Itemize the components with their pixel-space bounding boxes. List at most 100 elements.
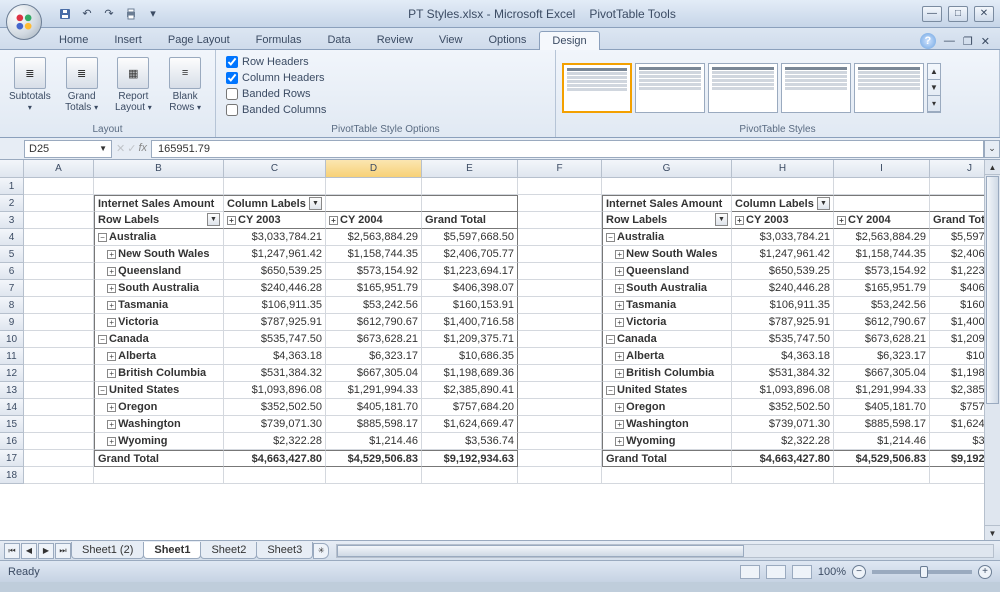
cell[interactable]: $4,529,506.83 [326, 450, 422, 467]
cell[interactable] [326, 195, 422, 212]
column-header[interactable]: G [602, 160, 732, 178]
cell[interactable] [518, 433, 602, 450]
cell[interactable]: $612,790.67 [326, 314, 422, 331]
column-header[interactable]: D [326, 160, 422, 178]
row-header[interactable]: 12 [0, 365, 24, 382]
cell[interactable]: $673,628.21 [326, 331, 422, 348]
tab-view[interactable]: View [426, 30, 476, 49]
minimize-ribbon-icon[interactable]: — [944, 35, 955, 47]
cell[interactable] [518, 263, 602, 280]
cell[interactable] [326, 467, 422, 484]
cell[interactable]: $1,158,744.35 [326, 246, 422, 263]
cell[interactable]: $2,406,705.77 [422, 246, 518, 263]
scroll-thumb[interactable] [986, 176, 999, 404]
cell[interactable] [518, 280, 602, 297]
cell[interactable]: −United States [602, 382, 732, 399]
fx-icon[interactable]: fx [138, 142, 147, 155]
column-header[interactable]: I [834, 160, 930, 178]
cell[interactable]: $406,398.07 [422, 280, 518, 297]
row-header[interactable]: 11 [0, 348, 24, 365]
cell[interactable]: Row Labels▼ [94, 212, 224, 229]
zoom-slider[interactable] [872, 570, 972, 574]
cell[interactable]: $573,154.92 [326, 263, 422, 280]
cell[interactable]: −Canada [94, 331, 224, 348]
cell[interactable]: Grand Total [94, 450, 224, 467]
cell[interactable] [518, 348, 602, 365]
sheet-nav-last[interactable]: ⏭ [55, 543, 71, 559]
cell[interactable] [422, 467, 518, 484]
cell[interactable]: +British Columbia [602, 365, 732, 382]
cell[interactable]: +New South Wales [602, 246, 732, 263]
cell[interactable]: +South Australia [94, 280, 224, 297]
cell[interactable]: +Oregon [94, 399, 224, 416]
cell[interactable]: $1,093,896.08 [732, 382, 834, 399]
undo-button[interactable]: ↶ [78, 5, 96, 23]
cell[interactable] [834, 178, 930, 195]
column-header[interactable]: B [94, 160, 224, 178]
cell[interactable]: +Oregon [602, 399, 732, 416]
tab-page-layout[interactable]: Page Layout [155, 30, 243, 49]
cell[interactable]: −United States [94, 382, 224, 399]
cell[interactable]: $1,214.46 [834, 433, 930, 450]
cell[interactable]: $240,446.28 [732, 280, 834, 297]
cell[interactable]: +Tasmania [602, 297, 732, 314]
cell[interactable] [834, 467, 930, 484]
cell[interactable]: $9,192,934.63 [422, 450, 518, 467]
sheet-tab[interactable]: Sheet3 [256, 542, 313, 559]
cell[interactable]: $5,597,668.50 [422, 229, 518, 246]
cell[interactable] [24, 382, 94, 399]
row-header[interactable]: 1 [0, 178, 24, 195]
cell[interactable] [518, 416, 602, 433]
row-header[interactable]: 10 [0, 331, 24, 348]
cell[interactable]: +CY 2004 [834, 212, 930, 229]
cell[interactable]: $2,322.28 [732, 433, 834, 450]
row-header[interactable]: 6 [0, 263, 24, 280]
cell[interactable]: $650,539.25 [732, 263, 834, 280]
cell[interactable] [24, 280, 94, 297]
cell[interactable]: $531,384.32 [732, 365, 834, 382]
style-thumb[interactable] [781, 63, 851, 113]
cell[interactable] [834, 195, 930, 212]
cell[interactable]: Column Labels▼ [224, 195, 326, 212]
cell[interactable]: +Queensland [94, 263, 224, 280]
cell[interactable]: $165,951.79 [326, 280, 422, 297]
tab-home[interactable]: Home [46, 30, 101, 49]
cell[interactable]: $352,502.50 [732, 399, 834, 416]
cell[interactable]: $352,502.50 [224, 399, 326, 416]
sheet-nav-next[interactable]: ▶ [38, 543, 54, 559]
style-thumb[interactable] [562, 63, 632, 113]
row-header[interactable]: 4 [0, 229, 24, 246]
cell[interactable]: $612,790.67 [834, 314, 930, 331]
cell[interactable] [602, 467, 732, 484]
close-button[interactable]: ✕ [974, 6, 994, 22]
subtotals-button[interactable]: ≣Subtotals▾ [6, 54, 54, 116]
cell[interactable]: $673,628.21 [834, 331, 930, 348]
cell[interactable] [24, 246, 94, 263]
row-header[interactable]: 17 [0, 450, 24, 467]
cell[interactable]: $6,323.17 [326, 348, 422, 365]
cell[interactable]: $667,305.04 [326, 365, 422, 382]
cell[interactable] [602, 178, 732, 195]
cell[interactable] [94, 178, 224, 195]
cell[interactable]: $531,384.32 [224, 365, 326, 382]
cell[interactable]: +CY 2003 [732, 212, 834, 229]
cell[interactable]: Column Labels▼ [732, 195, 834, 212]
tab-design[interactable]: Design [539, 31, 599, 50]
cell[interactable]: $2,322.28 [224, 433, 326, 450]
cell[interactable]: $2,563,884.29 [326, 229, 422, 246]
gallery-up-icon[interactable]: ▲ [928, 64, 940, 80]
cell[interactable]: +Victoria [94, 314, 224, 331]
cell[interactable]: +New South Wales [94, 246, 224, 263]
horizontal-scrollbar[interactable] [336, 544, 994, 558]
cell[interactable]: Internet Sales Amount [94, 195, 224, 212]
maximize-button[interactable]: □ [948, 6, 968, 22]
cell[interactable]: $3,033,784.21 [732, 229, 834, 246]
cell[interactable]: $1,400,716.58 [422, 314, 518, 331]
row-header[interactable]: 2 [0, 195, 24, 212]
row-header[interactable]: 15 [0, 416, 24, 433]
row-header[interactable]: 3 [0, 212, 24, 229]
tab-insert[interactable]: Insert [101, 30, 155, 49]
restore-window-icon[interactable]: ❐ [963, 35, 973, 48]
cell[interactable]: Grand Total [422, 212, 518, 229]
style-thumb[interactable] [635, 63, 705, 113]
